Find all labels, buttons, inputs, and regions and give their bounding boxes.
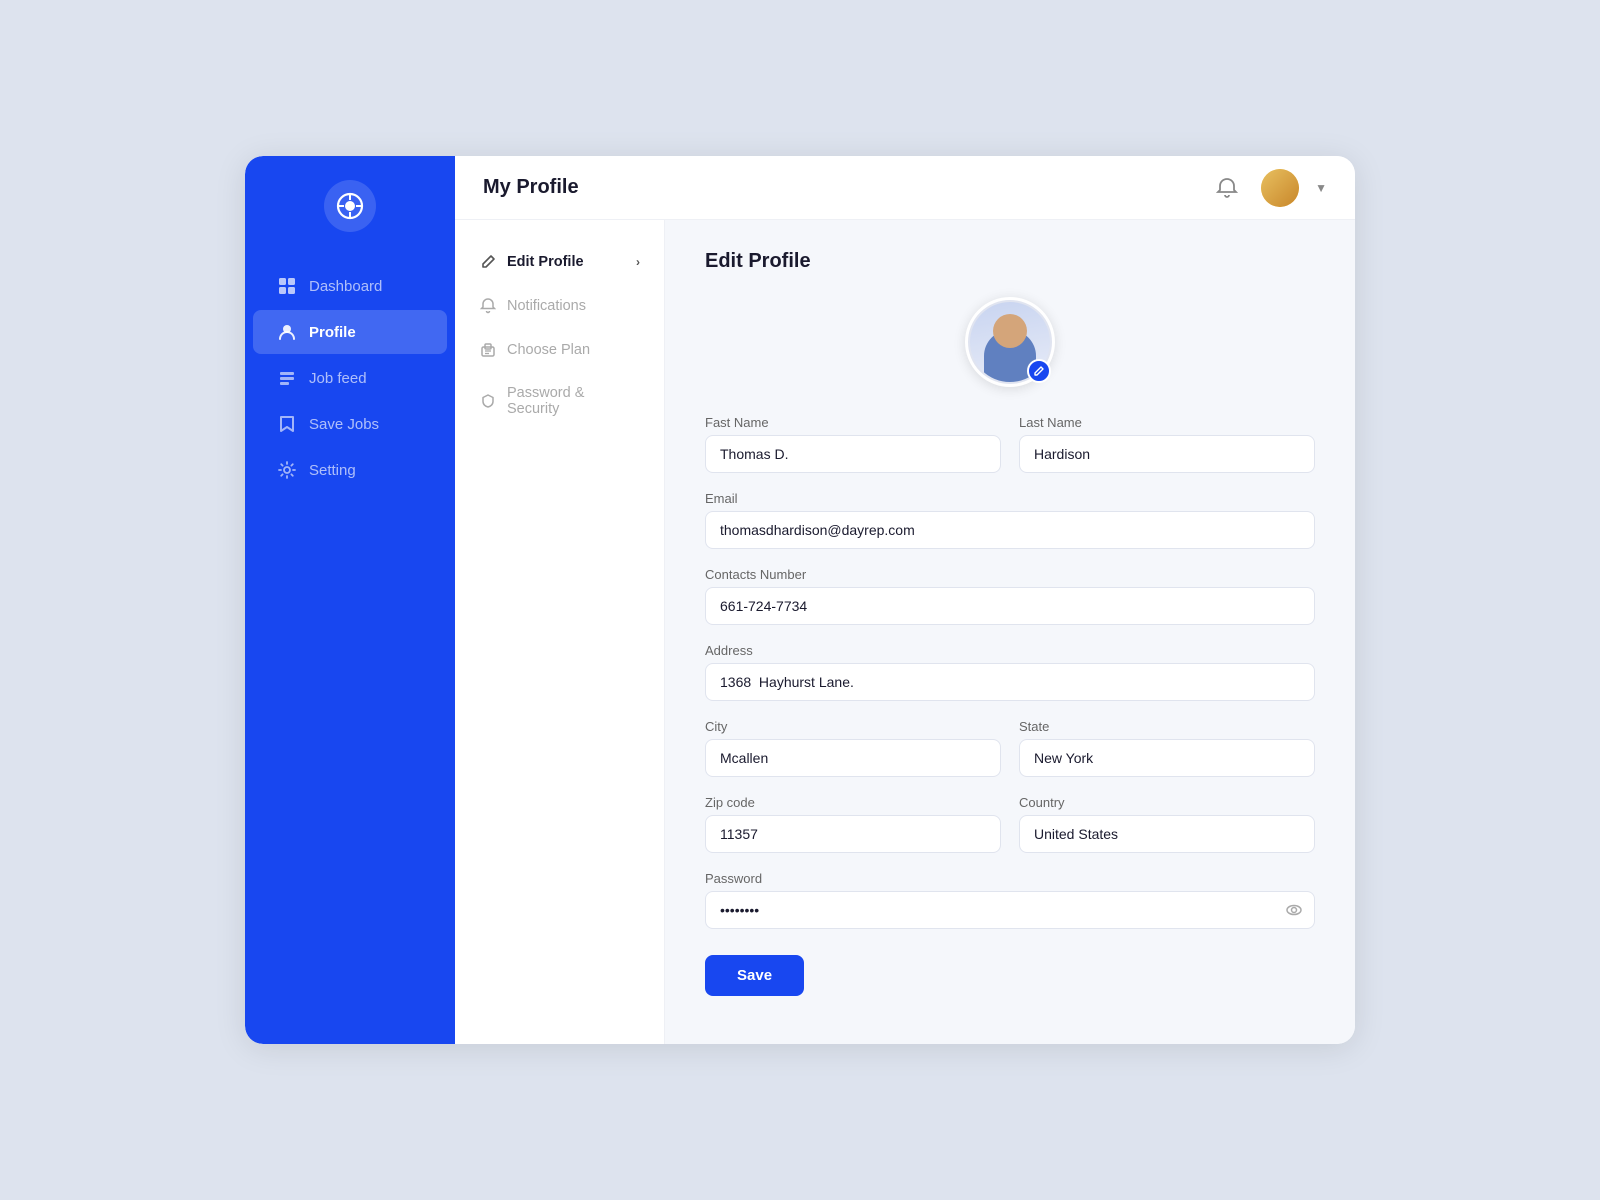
sidebar-logo xyxy=(324,180,376,232)
form-group-lastname: Last Name xyxy=(1019,415,1315,473)
sidebar-nav: Dashboard Profile xyxy=(245,264,455,492)
sidebar-item-label-dashboard: Dashboard xyxy=(309,278,382,295)
sub-sidebar-item-notifications[interactable]: Notifications xyxy=(455,284,664,328)
chevron-right-icon: › xyxy=(636,255,640,269)
state-input[interactable] xyxy=(1019,739,1315,777)
page-title: My Profile xyxy=(483,176,1209,199)
form-row-contacts: Contacts Number xyxy=(705,567,1315,625)
city-input[interactable] xyxy=(705,739,1001,777)
sidebar-item-profile[interactable]: Profile xyxy=(253,310,447,354)
edit-profile-title: Edit Profile xyxy=(705,250,1315,273)
sub-sidebar-item-security[interactable]: Password & Security xyxy=(455,372,664,430)
firstname-input[interactable] xyxy=(705,435,1001,473)
sub-sidebar-label-security: Password & Security xyxy=(507,385,640,417)
savejobs-icon xyxy=(277,414,297,434)
sidebar-item-setting[interactable]: Setting xyxy=(253,448,447,492)
sub-sidebar-item-editprofile[interactable]: Edit Profile › xyxy=(455,240,664,284)
sidebar-item-jobfeed[interactable]: Job feed xyxy=(253,356,447,400)
sidebar-item-label-savejobs: Save Jobs xyxy=(309,416,379,433)
form-group-city: City xyxy=(705,719,1001,777)
sub-sidebar-label-chooseplan: Choose Plan xyxy=(507,342,590,358)
lastname-input[interactable] xyxy=(1019,435,1315,473)
profile-form: Fast Name Last Name Email xyxy=(705,415,1315,996)
topbar-actions: ▼ xyxy=(1209,169,1327,207)
password-wrapper xyxy=(705,891,1315,929)
lastname-label: Last Name xyxy=(1019,415,1315,430)
form-group-zip: Zip code xyxy=(705,795,1001,853)
edit-area: Edit Profile xyxy=(665,220,1355,1044)
address-input[interactable] xyxy=(705,663,1315,701)
avatar-edit-button[interactable] xyxy=(1027,359,1051,383)
sidebar: Dashboard Profile xyxy=(245,156,455,1044)
sub-sidebar-item-chooseplan[interactable]: Choose Plan xyxy=(455,328,664,372)
main-area: My Profile ▼ xyxy=(455,156,1355,1044)
form-group-email: Email xyxy=(705,491,1315,549)
password-label: Password xyxy=(705,871,1315,886)
sidebar-item-label-jobfeed: Job feed xyxy=(309,370,367,387)
zip-label: Zip code xyxy=(705,795,1001,810)
jobfeed-icon xyxy=(277,368,297,388)
edit-icon xyxy=(479,253,497,271)
save-button[interactable]: Save xyxy=(705,955,804,996)
form-group-password: Password xyxy=(705,871,1315,929)
shield-icon xyxy=(479,392,497,410)
state-label: State xyxy=(1019,719,1315,734)
avatar-wrapper xyxy=(965,297,1055,387)
avatar-image xyxy=(1261,169,1299,207)
bell-icon xyxy=(479,297,497,315)
app-container: Dashboard Profile xyxy=(245,156,1355,1044)
form-row-name: Fast Name Last Name xyxy=(705,415,1315,473)
form-group-firstname: Fast Name xyxy=(705,415,1001,473)
form-group-state: State xyxy=(1019,719,1315,777)
contacts-input[interactable] xyxy=(705,587,1315,625)
form-group-contacts: Contacts Number xyxy=(705,567,1315,625)
form-row-email: Email xyxy=(705,491,1315,549)
email-label: Email xyxy=(705,491,1315,506)
city-label: City xyxy=(705,719,1001,734)
dashboard-icon xyxy=(277,276,297,296)
profile-icon xyxy=(277,322,297,342)
content-body: Edit Profile › Notifications xyxy=(455,220,1355,1044)
sidebar-item-dashboard[interactable]: Dashboard xyxy=(253,264,447,308)
password-eye-icon[interactable] xyxy=(1285,901,1303,919)
form-row-citystate: City State xyxy=(705,719,1315,777)
form-group-address: Address xyxy=(705,643,1315,701)
plan-icon xyxy=(479,341,497,359)
form-row-save: Save xyxy=(705,947,1315,996)
firstname-label: Fast Name xyxy=(705,415,1001,430)
contacts-label: Contacts Number xyxy=(705,567,1315,582)
topbar: My Profile ▼ xyxy=(455,156,1355,220)
sub-sidebar: Edit Profile › Notifications xyxy=(455,220,665,1044)
sidebar-item-label-profile: Profile xyxy=(309,324,356,341)
form-row-password: Password xyxy=(705,871,1315,929)
notification-bell-icon[interactable] xyxy=(1209,170,1245,206)
sidebar-item-savejobs[interactable]: Save Jobs xyxy=(253,402,447,446)
country-input[interactable] xyxy=(1019,815,1315,853)
form-row-address: Address xyxy=(705,643,1315,701)
sub-sidebar-label-editprofile: Edit Profile xyxy=(507,254,584,270)
user-avatar[interactable] xyxy=(1261,169,1299,207)
sub-sidebar-label-notifications: Notifications xyxy=(507,298,586,314)
address-label: Address xyxy=(705,643,1315,658)
zip-input[interactable] xyxy=(705,815,1001,853)
form-row-zipcountry: Zip code Country xyxy=(705,795,1315,853)
setting-icon xyxy=(277,460,297,480)
topbar-chevron-icon[interactable]: ▼ xyxy=(1315,181,1327,195)
country-label: Country xyxy=(1019,795,1315,810)
email-input[interactable] xyxy=(705,511,1315,549)
password-input[interactable] xyxy=(705,891,1315,929)
profile-photo-section xyxy=(705,297,1315,387)
form-group-country: Country xyxy=(1019,795,1315,853)
sidebar-item-label-setting: Setting xyxy=(309,462,356,479)
